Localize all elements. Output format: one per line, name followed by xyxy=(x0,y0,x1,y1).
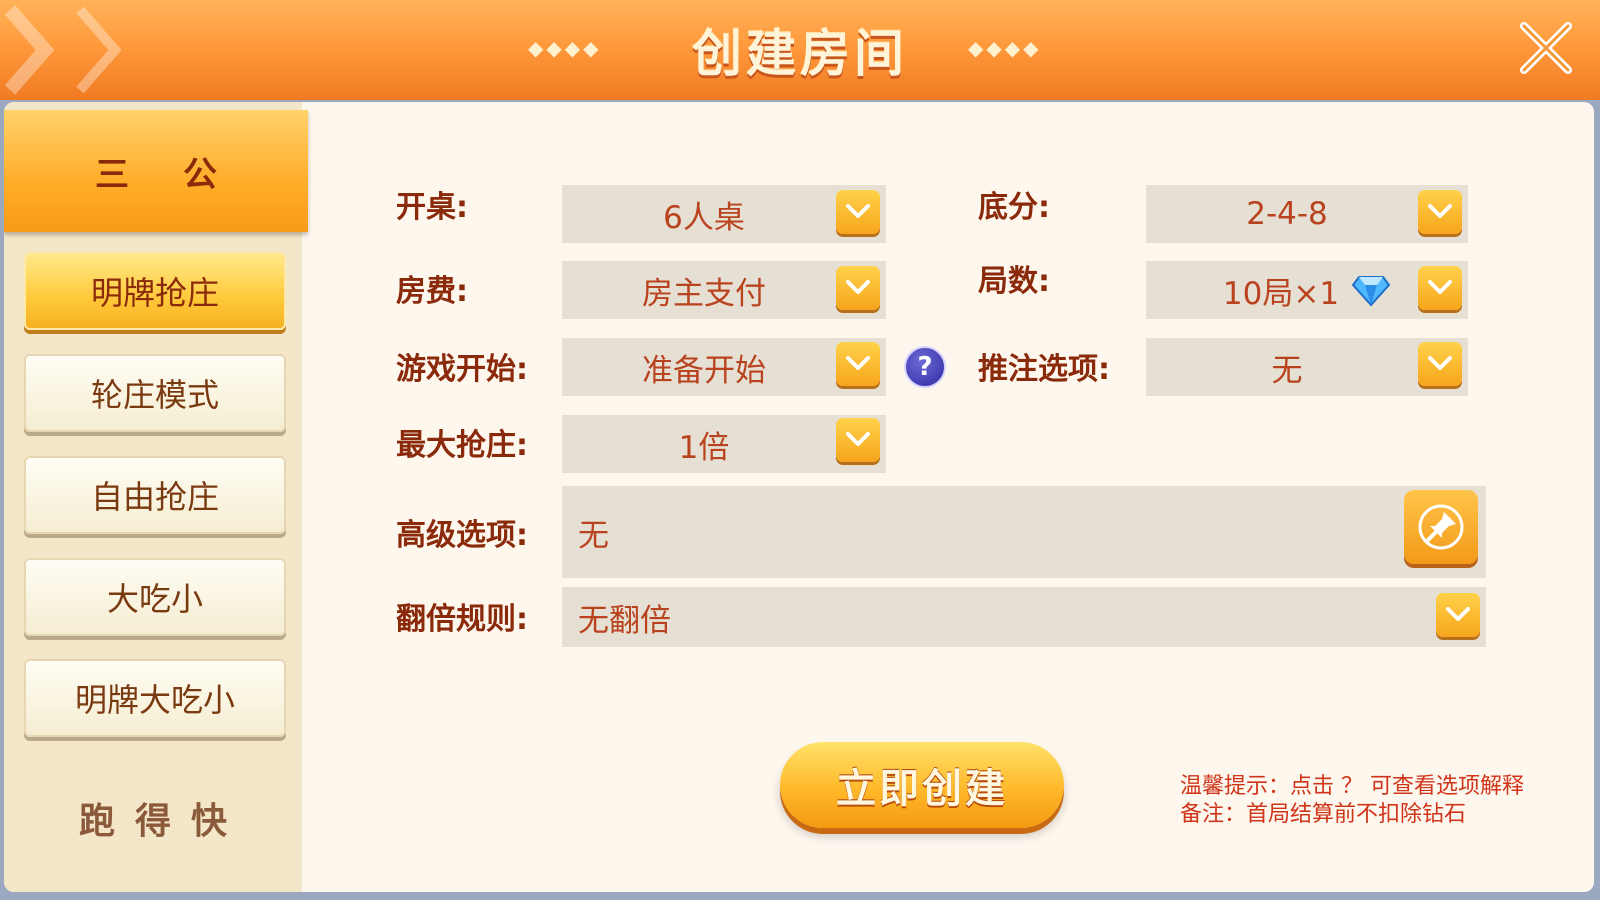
chevron-down-icon xyxy=(846,204,870,218)
chevron-down-icon xyxy=(846,280,870,294)
rounds-value: 10局×1 xyxy=(1222,275,1340,312)
rounds-label: 局数: xyxy=(978,264,1050,299)
header-bar: ◆◆◆◆ 创建房间 ◆◆◆◆ xyxy=(0,0,1600,100)
chevron-down-icon xyxy=(1428,280,1452,294)
double-rule-label: 翻倍规则: xyxy=(396,602,528,637)
game-mode-sidebar: 三公 明牌抢庄 轮庄模式 自由抢庄 大吃小 明牌大吃小 跑得快 xyxy=(4,102,308,892)
chevron-down-icon xyxy=(846,356,870,370)
chevron-down-icon xyxy=(1428,204,1452,218)
double-rule-value: 无翻倍 xyxy=(578,602,671,639)
chevron-down-icon xyxy=(1446,607,1470,621)
advanced-options-label: 高级选项: xyxy=(396,518,528,553)
pin-icon xyxy=(1418,504,1464,550)
advanced-options-field[interactable]: 无 xyxy=(562,486,1486,578)
close-icon xyxy=(1520,22,1572,74)
game-tab-sangong[interactable]: 三公 xyxy=(4,110,308,232)
mode-button-dachixiao[interactable]: 大吃小 xyxy=(24,558,286,636)
page-title: 创建房间 xyxy=(692,25,908,83)
remark-note: 备注：首局结算前不扣除钻石 xyxy=(1180,802,1467,827)
help-question-icon[interactable]: ? xyxy=(904,346,946,388)
game-start-value: 准备开始 xyxy=(642,352,766,389)
table-size-dropdown-button[interactable] xyxy=(836,190,880,234)
game-start-dropdown-button[interactable] xyxy=(836,342,880,386)
room-fee-label: 房费: xyxy=(396,274,468,309)
create-room-panel: 三公 明牌抢庄 轮庄模式 自由抢庄 大吃小 明牌大吃小 跑得快 开桌: 6人桌 … xyxy=(4,102,1594,892)
rounds-dropdown-button[interactable] xyxy=(1418,266,1462,310)
double-rule-dropdown-button[interactable] xyxy=(1436,593,1480,637)
game-start-label: 游戏开始: xyxy=(396,352,528,387)
bet-push-label: 推注选项: xyxy=(978,352,1110,387)
mode-button-mingpai-qiangzhuang[interactable]: 明牌抢庄 xyxy=(24,252,286,330)
diamond-icon xyxy=(1351,276,1391,307)
room-fee-value: 房主支付 xyxy=(642,275,766,312)
table-size-value: 6人桌 xyxy=(663,199,745,236)
base-score-label: 底分: xyxy=(978,190,1050,225)
chevron-down-icon xyxy=(1428,356,1452,370)
bet-push-value: 无 xyxy=(1271,352,1303,389)
base-score-value: 2-4-8 xyxy=(1246,196,1328,232)
create-room-button[interactable]: 立即创建 xyxy=(780,742,1064,828)
bet-push-dropdown-button[interactable] xyxy=(1418,342,1462,386)
max-bank-value: 1倍 xyxy=(678,429,730,466)
room-fee-dropdown-button[interactable] xyxy=(836,266,880,310)
double-rule-select[interactable]: 无翻倍 xyxy=(562,587,1486,647)
game-tab-paodekuai[interactable]: 跑得快 xyxy=(4,792,302,844)
table-size-label: 开桌: xyxy=(396,190,468,225)
mode-button-lunzhuang[interactable]: 轮庄模式 xyxy=(24,354,286,432)
chevron-down-icon xyxy=(846,432,870,446)
advanced-options-value: 无 xyxy=(578,517,609,554)
mode-button-ziyou-qiangzhuang[interactable]: 自由抢庄 xyxy=(24,456,286,534)
close-button[interactable] xyxy=(1514,16,1578,80)
title-decoration-right: ◆◆◆◆ xyxy=(968,36,1042,60)
max-bank-dropdown-button[interactable] xyxy=(836,418,880,462)
base-score-dropdown-button[interactable] xyxy=(1418,190,1462,234)
mode-button-mingpai-dachixiao[interactable]: 明牌大吃小 xyxy=(24,659,286,737)
max-bank-label: 最大抢庄: xyxy=(396,428,528,463)
advanced-options-edit-button[interactable] xyxy=(1404,490,1478,564)
